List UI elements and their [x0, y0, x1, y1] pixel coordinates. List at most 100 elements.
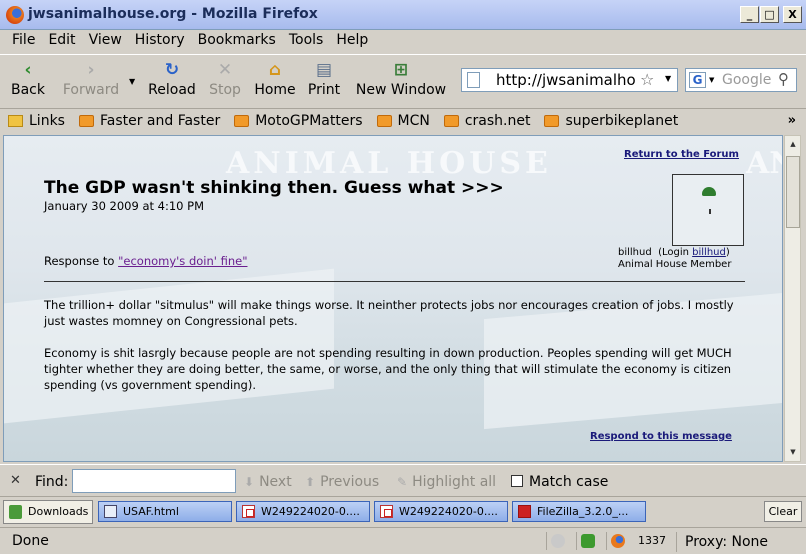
bookmark-label: crash.net	[464, 112, 531, 129]
scroll-down-icon[interactable]: ▼	[786, 445, 800, 460]
checkbox-box[interactable]	[511, 475, 523, 487]
downloads-taskbar: Downloads USAF.html W249224020-0.... W24…	[0, 496, 806, 525]
engine-dropdown-icon[interactable]: ▼	[709, 76, 714, 84]
menu-bar: File Edit View History Bookmarks Tools H…	[0, 30, 806, 52]
post-title: The GDP wasn't shinking then. Guess what…	[44, 178, 504, 198]
menu-view[interactable]: View	[83, 30, 128, 52]
menu-edit[interactable]: Edit	[42, 30, 81, 52]
forward-arrow-icon: ›	[87, 60, 95, 80]
back-button[interactable]: ‹ Back	[8, 59, 48, 101]
history-dropdown-icon[interactable]: ▼	[129, 77, 135, 86]
new-window-label: New Window	[355, 82, 447, 98]
post-paragraph: Economy is shit lasrgly because people a…	[44, 346, 732, 392]
search-placeholder[interactable]: Google	[722, 72, 771, 88]
menu-help[interactable]: Help	[330, 30, 374, 52]
close-find-icon[interactable]: ✕	[10, 473, 21, 488]
highlight-all-label: Highlight all	[412, 474, 497, 490]
find-input[interactable]	[72, 469, 236, 493]
match-case-label: Match case	[529, 474, 609, 490]
green-addon-icon[interactable]	[576, 532, 596, 550]
reload-button[interactable]: ↻ Reload	[144, 59, 200, 101]
taskbar-item-pdf-1[interactable]: W249224020-0....	[236, 501, 370, 522]
downloads-button[interactable]: Downloads	[3, 500, 93, 524]
maximize-button[interactable]: □	[760, 6, 779, 23]
address-bar[interactable]: http://jwsanimalho ☆ ▼	[461, 68, 678, 92]
back-label: Back	[11, 82, 45, 98]
bookmark-superbikeplanet[interactable]: superbikeplanet	[544, 113, 678, 129]
vertical-scrollbar[interactable]: ▲ ▼	[784, 135, 801, 462]
bookmark-mcn[interactable]: MCN	[376, 112, 430, 129]
return-to-forum-link[interactable]: Return to the Forum	[624, 149, 739, 160]
post-date: January 30 2009 at 4:10 PM	[44, 199, 205, 213]
taskbar-item-pdf-2[interactable]: W249224020-0....	[374, 501, 508, 522]
close-button[interactable]: X	[783, 6, 802, 23]
login-suffix: )	[725, 247, 730, 258]
bookmark-motogpmatters[interactable]: MotoGPMatters	[234, 113, 363, 129]
login-user-link[interactable]: billhud	[692, 247, 726, 258]
menu-history[interactable]: History	[129, 30, 191, 52]
pdf-file-icon	[242, 505, 255, 518]
find-bar: ✕ Find: ⬇ Next ⬆ Previous ✎ Highlight all M…	[0, 464, 806, 496]
folder-icon	[8, 114, 23, 127]
taskbar-item-filezilla[interactable]: FileZilla_3.2.0_...	[512, 501, 646, 522]
title-bar: jwsanimalhouse.org - Mozilla Firefox _ □…	[0, 0, 806, 30]
menu-file[interactable]: File	[6, 30, 41, 52]
status-bar: Done 1337 Proxy: None	[0, 527, 806, 554]
bookmark-crash-net[interactable]: crash.net	[443, 112, 531, 129]
stop-icon: ✕	[217, 60, 233, 80]
html-file-icon	[104, 505, 117, 518]
download-icon	[9, 505, 22, 519]
search-bar[interactable]: G ▼ Google ⚲	[685, 68, 797, 92]
new-window-button[interactable]: ⊞ New Window	[350, 59, 452, 101]
clear-downloads-button[interactable]: Clear	[764, 501, 802, 522]
parent-post-link[interactable]: "economy's doin' fine"	[118, 254, 247, 268]
find-next-button[interactable]: ⬇ Next	[244, 474, 292, 490]
printer-icon: ▤	[315, 60, 333, 80]
url-dropdown-icon[interactable]: ▼	[665, 74, 671, 83]
bookmark-label: superbikeplanet	[565, 112, 679, 129]
bookmarks-toolbar: Links Faster and Faster MotoGPMatters MC…	[0, 108, 806, 132]
firefox-icon	[6, 6, 24, 24]
user-avatar	[672, 174, 744, 246]
bookmark-star-icon[interactable]: ☆	[640, 70, 654, 89]
url-text[interactable]: http://jwsanimalho	[496, 71, 636, 89]
google-engine-icon[interactable]: G	[689, 72, 706, 88]
bookmark-links[interactable]: Links	[8, 113, 65, 129]
taskbar-item-label: FileZilla_3.2.0_...	[537, 505, 629, 518]
scrollbar-thumb[interactable]	[786, 156, 800, 228]
scroll-up-icon[interactable]: ▲	[786, 137, 800, 152]
find-label: Find:	[35, 474, 69, 490]
search-icon[interactable]: ⚲	[778, 70, 789, 88]
rss-icon	[78, 114, 94, 127]
respond-to-message-link[interactable]: Respond to this message	[590, 431, 732, 442]
print-label: Print	[307, 82, 341, 98]
print-button[interactable]: ▤ Print	[306, 59, 342, 101]
minimize-button[interactable]: _	[740, 6, 759, 23]
response-to: Response to "economy's doin' fine"	[44, 254, 248, 268]
bookmarks-overflow-chevron-icon[interactable]: »	[788, 113, 796, 128]
rss-icon	[443, 114, 459, 127]
page-content: ANIMAL HOUSE AN Return to the Forum The …	[3, 135, 783, 462]
page-icon	[467, 72, 480, 88]
match-case-checkbox[interactable]: Match case	[511, 474, 608, 490]
taskbar-item-usaf-html[interactable]: USAF.html	[98, 501, 232, 522]
firefox-status-icon[interactable]	[606, 532, 626, 550]
bookmark-label: MCN	[397, 112, 430, 129]
taskbar-item-label: W249224020-0....	[399, 505, 498, 518]
home-button[interactable]: ⌂ Home	[252, 59, 298, 101]
arrow-up-icon: ⬆	[305, 475, 316, 489]
highlight-all-button[interactable]: ✎ Highlight all	[397, 474, 496, 490]
forward-button[interactable]: › Forward	[58, 59, 124, 101]
proxy-status[interactable]: Proxy: None	[676, 532, 802, 552]
animal-house-watermark: ANIMAL HOUSE	[226, 146, 552, 181]
find-previous-button[interactable]: ⬆ Previous	[305, 474, 379, 490]
menu-bookmarks[interactable]: Bookmarks	[192, 30, 282, 52]
stop-label: Stop	[209, 82, 241, 98]
stop-button[interactable]: ✕ Stop	[206, 59, 244, 101]
adblock-icon[interactable]	[546, 532, 566, 550]
response-prefix: Response to	[44, 254, 119, 268]
menu-tools[interactable]: Tools	[283, 30, 330, 52]
bookmark-faster-and-faster[interactable]: Faster and Faster	[78, 113, 220, 129]
rss-icon	[234, 114, 250, 127]
arrow-down-icon: ⬇	[244, 475, 255, 489]
